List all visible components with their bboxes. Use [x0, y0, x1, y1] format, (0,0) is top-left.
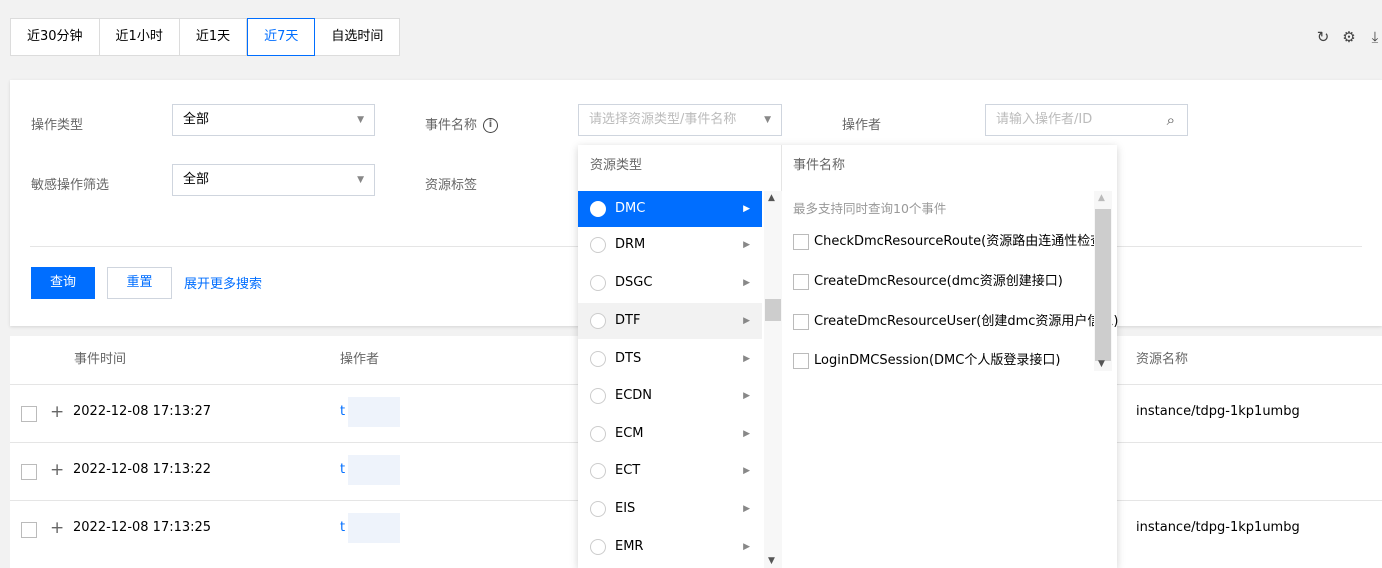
operation-type-label: 操作类型 [31, 118, 84, 133]
radio-icon [590, 351, 606, 367]
chevron-down-icon: ▼ [764, 115, 771, 125]
chevron-right-icon: ▶ [743, 354, 750, 364]
chevron-right-icon: ▶ [743, 278, 750, 288]
expand-icon[interactable]: + [50, 460, 64, 480]
operator-label: 操作者 [842, 118, 882, 133]
chevron-right-icon: ▶ [743, 391, 750, 401]
resource-type-item-dts[interactable]: DTS ▶ [578, 341, 762, 377]
download-icon[interactable]: ⤓ [1368, 28, 1382, 46]
operator-link[interactable]: t [340, 462, 345, 477]
chevron-right-icon: ▶ [743, 466, 750, 476]
reset-button[interactable]: 重置 [107, 267, 172, 299]
radio-icon [590, 501, 606, 517]
search-icon[interactable]: ⌕ [1167, 105, 1175, 135]
resource-type-column: 资源类型 DMC ▶ DRM ▶ DSGC ▶ DTF ▶ DTS ▶ ECDN… [578, 145, 782, 568]
resource-tag-label: 资源标签 [425, 178, 478, 193]
resource-type-item-dsgc[interactable]: DSGC ▶ [578, 265, 762, 301]
event-time: 2022-12-08 17:13:27 [73, 404, 212, 419]
chevron-down-icon: ▼ [357, 175, 364, 185]
checkbox[interactable] [793, 234, 809, 250]
event-name-column: 事件名称 最多支持同时查询10个事件 CheckDmcResourceRoute… [783, 145, 1118, 568]
resource-name: instance/tdpg-1kp1umbg [1136, 404, 1300, 419]
expand-icon[interactable]: + [50, 402, 64, 422]
event-time: 2022-12-08 17:13:25 [73, 520, 212, 535]
redacted-operator [348, 513, 400, 543]
tab-custom-time[interactable]: 自选时间 [315, 19, 399, 55]
chevron-right-icon: ▶ [743, 316, 750, 326]
radio-icon [590, 201, 606, 217]
chevron-right-icon: ▶ [743, 542, 750, 552]
event-name-select[interactable]: 请选择资源类型/事件名称 ▼ [578, 104, 782, 136]
radio-icon [590, 237, 606, 253]
resource-type-item-ecdn[interactable]: ECDN ▶ [578, 378, 762, 414]
header-operator: 操作者 [340, 352, 380, 367]
radio-icon [590, 426, 606, 442]
event-name-cascader: 资源类型 DMC ▶ DRM ▶ DSGC ▶ DTF ▶ DTS ▶ ECDN… [578, 145, 1118, 568]
chevron-right-icon: ▶ [743, 504, 750, 514]
row-checkbox[interactable] [21, 464, 37, 480]
checkbox[interactable] [793, 314, 809, 330]
scroll-down-icon[interactable]: ▼ [1098, 359, 1105, 369]
radio-icon [590, 313, 606, 329]
radio-icon [590, 388, 606, 404]
operator-link[interactable]: t [340, 404, 345, 419]
header-event-time: 事件时间 [74, 352, 127, 367]
event-limit-note: 最多支持同时查询10个事件 [793, 201, 947, 216]
checkbox[interactable] [793, 353, 809, 369]
refresh-icon[interactable]: ↻ [1316, 28, 1330, 46]
sensitive-filter-label: 敏感操作筛选 [31, 178, 110, 193]
resource-type-item-ect[interactable]: ECT ▶ [578, 453, 762, 489]
header-resource-name: 资源名称 [1136, 352, 1189, 367]
event-name-scrollbar[interactable]: ▲ ▼ [1094, 191, 1112, 371]
checkbox[interactable] [793, 274, 809, 290]
resource-type-item-dmc[interactable]: DMC ▶ [578, 191, 762, 227]
operator-search-input[interactable]: 请输入操作者/ID ⌕ [985, 104, 1188, 136]
tab-1day[interactable]: 近1天 [180, 19, 248, 55]
toolbar-icons: ↻ ⚙ ⤓ [1316, 28, 1382, 46]
scrollbar-thumb[interactable] [765, 299, 781, 321]
scroll-up-icon[interactable]: ▲ [1098, 193, 1105, 203]
tab-1hour[interactable]: 近1小时 [100, 19, 180, 55]
row-checkbox[interactable] [21, 406, 37, 422]
resource-type-item-emr[interactable]: EMR ▶ [578, 529, 762, 565]
resource-type-item-eis[interactable]: EIS ▶ [578, 491, 762, 527]
scroll-down-icon[interactable]: ▼ [768, 556, 775, 566]
info-icon[interactable]: i [483, 118, 499, 133]
scroll-up-icon[interactable]: ▲ [768, 193, 775, 203]
resource-type-scrollbar[interactable]: ▲ ▼ [764, 191, 782, 568]
settings-icon[interactable]: ⚙ [1342, 28, 1356, 46]
operator-link[interactable]: t [340, 520, 345, 535]
radio-icon [590, 275, 606, 291]
time-range-tabs: 近30分钟 近1小时 近1天 近7天 自选时间 [10, 18, 401, 56]
expand-icon[interactable]: + [50, 518, 64, 538]
resource-type-item-ecm[interactable]: ECM ▶ [578, 416, 762, 452]
event-time: 2022-12-08 17:13:22 [73, 462, 212, 477]
redacted-operator [348, 455, 400, 485]
radio-icon [590, 539, 606, 555]
tab-30min[interactable]: 近30分钟 [11, 19, 100, 55]
resource-type-header: 资源类型 [590, 158, 643, 173]
expand-more-search-link[interactable]: 展开更多搜索 [184, 273, 262, 292]
resource-type-item-drm[interactable]: DRM ▶ [578, 227, 762, 263]
scrollbar-thumb[interactable] [1095, 209, 1111, 361]
sensitive-filter-select[interactable]: 全部 ▼ [172, 164, 375, 196]
event-name-label: 事件名称 i [425, 114, 499, 133]
resource-type-item-dtf[interactable]: DTF ▶ [578, 303, 762, 339]
resource-name: instance/tdpg-1kp1umbg [1136, 520, 1300, 535]
radio-icon [590, 463, 606, 479]
chevron-right-icon: ▶ [743, 240, 750, 250]
tab-7days[interactable]: 近7天 [247, 18, 316, 56]
query-button[interactable]: 查询 [31, 267, 95, 299]
chevron-down-icon: ▼ [357, 115, 364, 125]
redacted-operator [348, 397, 400, 427]
event-name-header: 事件名称 [793, 158, 846, 173]
operation-type-select[interactable]: 全部 ▼ [172, 104, 375, 136]
chevron-right-icon: ▶ [743, 204, 750, 214]
chevron-right-icon: ▶ [743, 429, 750, 439]
row-checkbox[interactable] [21, 522, 37, 538]
